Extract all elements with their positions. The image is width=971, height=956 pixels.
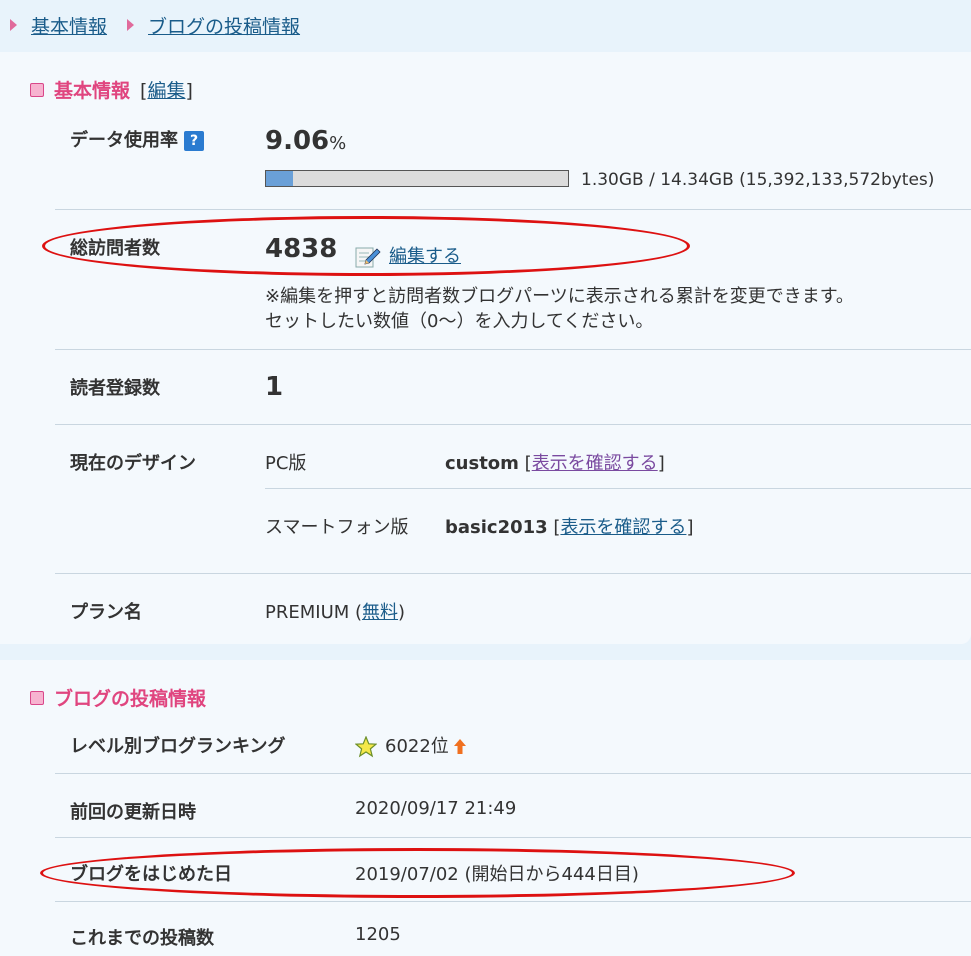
breadcrumb: 基本情報 ブログの投稿情報 [0,0,971,50]
data-usage-percent-unit: % [329,133,347,154]
post-count-row: これまでの投稿数 1205 [55,902,971,956]
ranking-row: レベル別ブログランキング 6022位 [55,710,971,774]
plan-link[interactable]: 無料 [362,602,398,623]
post-count-label: これまでの投稿数 [70,928,214,949]
design-label: 現在のデザイン [70,453,196,474]
data-usage-label: データ使用率 [70,130,178,151]
breadcrumb-basic-info[interactable]: 基本情報 [31,12,107,39]
subscribers-row: 読者登録数 1 [55,350,971,425]
basic-info-panel: 基本情報 [編集] データ使用率? 9.06% 1.30GB / 14.34GB… [0,52,971,644]
basic-info-edit-link[interactable]: 編集 [147,80,185,102]
section-marker-icon [30,82,44,97]
up-arrow-icon [453,739,466,754]
basic-info-header: 基本情報 [編集] [30,76,193,103]
visitors-note-line1: ※編集を押すと訪問者数ブログパーツに表示される累計を変更できます。 [265,286,854,307]
ranking-label: レベル別ブログランキング [70,736,286,757]
data-usage-bar-fill [266,171,294,186]
basic-info-edit: [編集] [140,80,193,102]
breadcrumb-post-info[interactable]: ブログの投稿情報 [148,12,300,39]
design-sp-value: basic2013 [445,517,548,538]
visitors-note: ※編集を押すと訪問者数ブログパーツに表示される累計を変更できます。 セットしたい… [265,284,854,334]
post-info-title: ブログの投稿情報 [54,688,207,710]
edit-icon[interactable] [355,245,381,269]
design-pc-preview-link[interactable]: 表示を確認する [532,453,658,474]
ranking-value: 6022位 [385,736,449,757]
star-icon [355,736,377,758]
visitors-row: 総訪問者数 4838 編集する ※編集を押すと訪問者数ブログパーツに表示される累… [55,210,971,350]
design-pc-value: custom [445,453,519,474]
visitors-note-line2: セットしたい数値（0〜）を入力してください。 [265,311,654,332]
design-row: 現在のデザイン PC版 custom [表示を確認する] スマートフォン版 ba… [55,425,971,574]
visitors-edit-link[interactable]: 編集する [389,246,461,267]
visitors-value-wrap: 4838 [265,234,337,264]
visitors-value: 4838 [265,234,338,264]
data-usage-label-wrap: データ使用率? [70,126,204,152]
last-update-row: 前回の更新日時 2020/09/17 21:49 [55,774,971,838]
design-sp-value-wrap: basic2013 [表示を確認する] [445,517,694,538]
design-sp-preview-link[interactable]: 表示を確認する [560,517,686,538]
design-pc-label: PC版 [265,453,307,474]
data-usage-percent: 9.06 [265,126,330,156]
last-update-value: 2020/09/17 21:49 [355,798,517,819]
data-usage-detail: 1.30GB / 14.34GB (15,392,133,572bytes) [581,170,935,190]
design-pc-value-wrap: custom [表示を確認する] [445,453,665,474]
start-date-label: ブログをはじめた日 [70,864,232,885]
start-date-row: ブログをはじめた日 2019/07/02 (開始日から444日目) [55,838,971,902]
visitors-label: 総訪問者数 [70,238,160,259]
data-usage-row: データ使用率? 9.06% 1.30GB / 14.34GB (15,392,1… [55,110,971,210]
plan-value-wrap: PREMIUM (無料) [265,602,406,623]
data-usage-bar [265,170,569,187]
breadcrumb-arrow-icon [10,19,17,31]
last-update-label: 前回の更新日時 [70,802,196,823]
post-info-panel: ブログの投稿情報 レベル別ブログランキング 6022位 前回の更新日時 2020… [0,660,971,956]
data-usage-value: 9.06% [265,126,346,156]
basic-info-title: 基本情報 [54,80,131,102]
visitors-edit-wrap: 編集する [355,242,461,269]
plan-value: PREMIUM [265,602,350,623]
subscribers-value: 1 [265,372,284,402]
help-icon[interactable]: ? [184,131,204,151]
start-date-value: 2019/07/02 (開始日から444日目) [355,864,639,885]
post-info-header: ブログの投稿情報 [30,684,206,711]
breadcrumb-arrow-icon [127,19,135,31]
post-count-value: 1205 [355,924,401,945]
design-divider [265,488,971,489]
section-marker-icon [30,690,44,705]
ranking-value-wrap: 6022位 [355,732,467,758]
plan-label: プラン名 [70,602,142,623]
plan-row: プラン名 PREMIUM (無料) [55,574,971,644]
design-sp-label: スマートフォン版 [265,517,409,538]
subscribers-value-wrap: 1 [265,372,283,402]
subscribers-label: 読者登録数 [70,378,160,399]
